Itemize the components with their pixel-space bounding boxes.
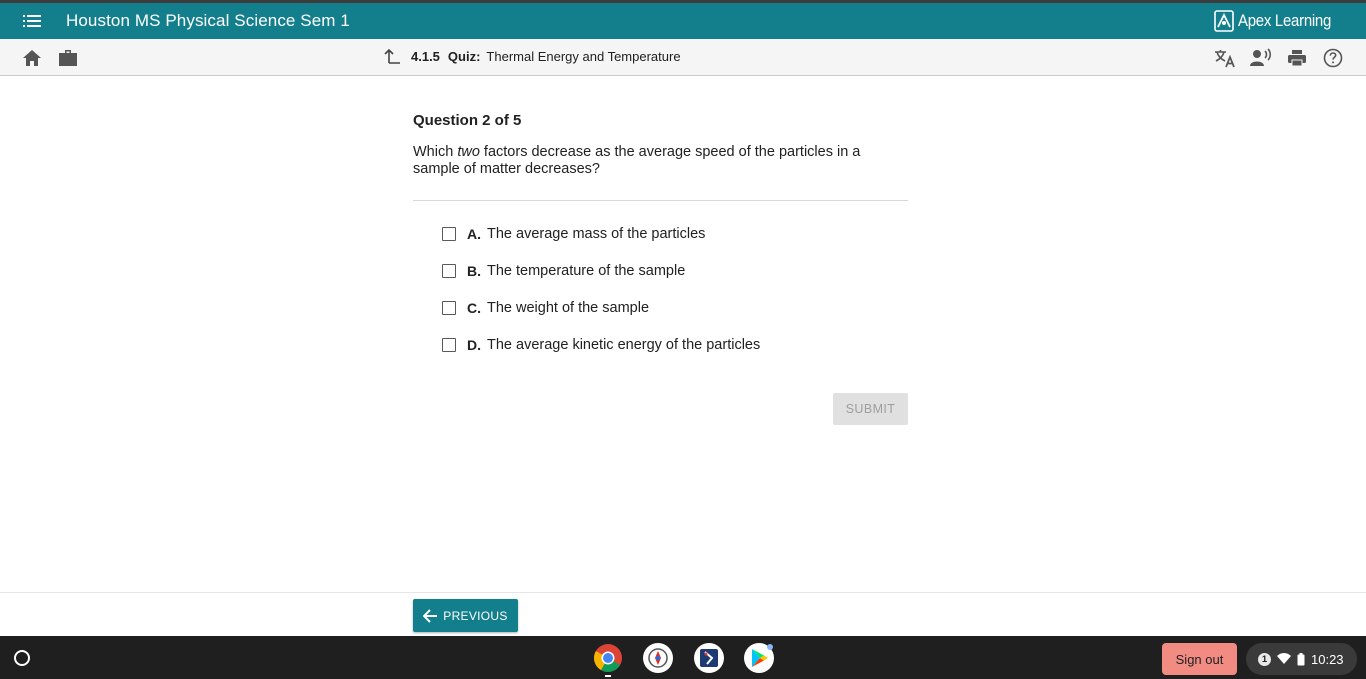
toolbar: 4.1.5 Quiz: Thermal Energy and Temperatu… — [0, 39, 1366, 76]
menu-button[interactable] — [0, 3, 64, 39]
activity-kind: Quiz: — [447, 48, 481, 64]
home-icon — [23, 50, 41, 66]
app-2[interactable] — [643, 643, 673, 673]
clock-time: 10:23 — [1311, 651, 1344, 667]
question-panel: Question 2 of 5 Which two factors decrea… — [413, 112, 908, 372]
question-text: Which two factors decrease as the averag… — [413, 144, 908, 178]
text-to-speech-icon — [1250, 48, 1272, 66]
print-icon — [1288, 50, 1306, 67]
notification-count-badge: 1 — [1258, 652, 1271, 666]
choice-label: The average kinetic energy of the partic… — [487, 337, 761, 353]
chrome-icon — [594, 644, 622, 672]
question-header: Question 2 of 5 — [413, 112, 522, 129]
choice-b[interactable]: B. The temperature of the sample — [413, 261, 908, 281]
arrow-left-icon — [423, 608, 438, 623]
help-button[interactable] — [1321, 46, 1345, 70]
launcher-circle-icon — [13, 649, 30, 666]
choice-label: The weight of the sample — [487, 300, 650, 316]
question-emphasis: two — [457, 144, 480, 160]
submit-button[interactable]: SUBMIT — [833, 393, 908, 425]
choice-checkbox[interactable] — [442, 227, 456, 241]
wifi-icon — [1277, 653, 1291, 664]
briefcase-button[interactable] — [56, 46, 80, 70]
print-button[interactable] — [1285, 46, 1309, 70]
chrome-app[interactable] — [593, 643, 623, 673]
play-store-icon — [752, 649, 768, 667]
os-shelf: Sign out 1 10:23 — [0, 636, 1366, 679]
app-icon-2 — [648, 648, 668, 668]
help-icon — [1323, 48, 1343, 68]
list-menu-icon — [23, 15, 41, 27]
app-3[interactable] — [694, 643, 724, 673]
choice-c[interactable]: C. The weight of the sample — [413, 298, 908, 318]
question-divider — [413, 200, 908, 201]
breadcrumb: 4.1.5 Quiz: Thermal Energy and Temperatu… — [384, 48, 681, 64]
choice-label: The average mass of the particles — [487, 226, 706, 242]
previous-label: PREVIOUS — [443, 608, 508, 623]
question-text-part: Which — [413, 144, 458, 160]
apex-logo-icon — [1214, 10, 1235, 32]
quiz-footer: PREVIOUS — [0, 592, 1366, 636]
choice-a[interactable]: A. The average mass of the particles — [413, 224, 908, 244]
question-text-part: factors decrease as the average speed of… — [413, 144, 861, 177]
translate-button[interactable] — [1213, 46, 1237, 70]
app-bar: Houston MS Physical Science Sem 1 Apex L… — [0, 3, 1366, 39]
activity-title: Thermal Energy and Temperature — [486, 48, 681, 64]
brand-text: Apex Learning — [1238, 11, 1332, 30]
answer-choices: A. The average mass of the particles B. … — [413, 224, 908, 355]
launcher-button[interactable] — [9, 645, 34, 670]
text-to-speech-button[interactable] — [1249, 46, 1273, 70]
up-level-icon[interactable] — [384, 48, 401, 64]
briefcase-icon — [59, 50, 77, 66]
notification-dot — [767, 644, 773, 650]
battery-icon — [1297, 652, 1305, 665]
home-button[interactable] — [20, 46, 44, 70]
choice-letter: A. — [467, 226, 481, 242]
choice-letter: D. — [467, 337, 481, 353]
sign-out-button[interactable]: Sign out — [1162, 643, 1237, 675]
course-title: Houston MS Physical Science Sem 1 — [66, 11, 350, 30]
lesson-number: 4.1.5 — [411, 48, 440, 64]
translate-icon — [1215, 50, 1235, 68]
active-app-indicator — [605, 675, 611, 677]
choice-d[interactable]: D. The average kinetic energy of the par… — [413, 335, 908, 355]
play-store-app[interactable] — [744, 643, 774, 673]
choice-letter: B. — [467, 263, 481, 279]
choice-checkbox[interactable] — [442, 301, 456, 315]
choice-checkbox[interactable] — [442, 264, 456, 278]
choice-letter: C. — [467, 300, 481, 316]
previous-button[interactable]: PREVIOUS — [413, 599, 518, 632]
app-icon-3 — [700, 649, 718, 667]
apex-learning-logo: Apex Learning — [1214, 9, 1344, 33]
status-tray[interactable]: 1 10:23 — [1246, 643, 1357, 675]
choice-label: The temperature of the sample — [487, 263, 686, 279]
choice-checkbox[interactable] — [442, 338, 456, 352]
